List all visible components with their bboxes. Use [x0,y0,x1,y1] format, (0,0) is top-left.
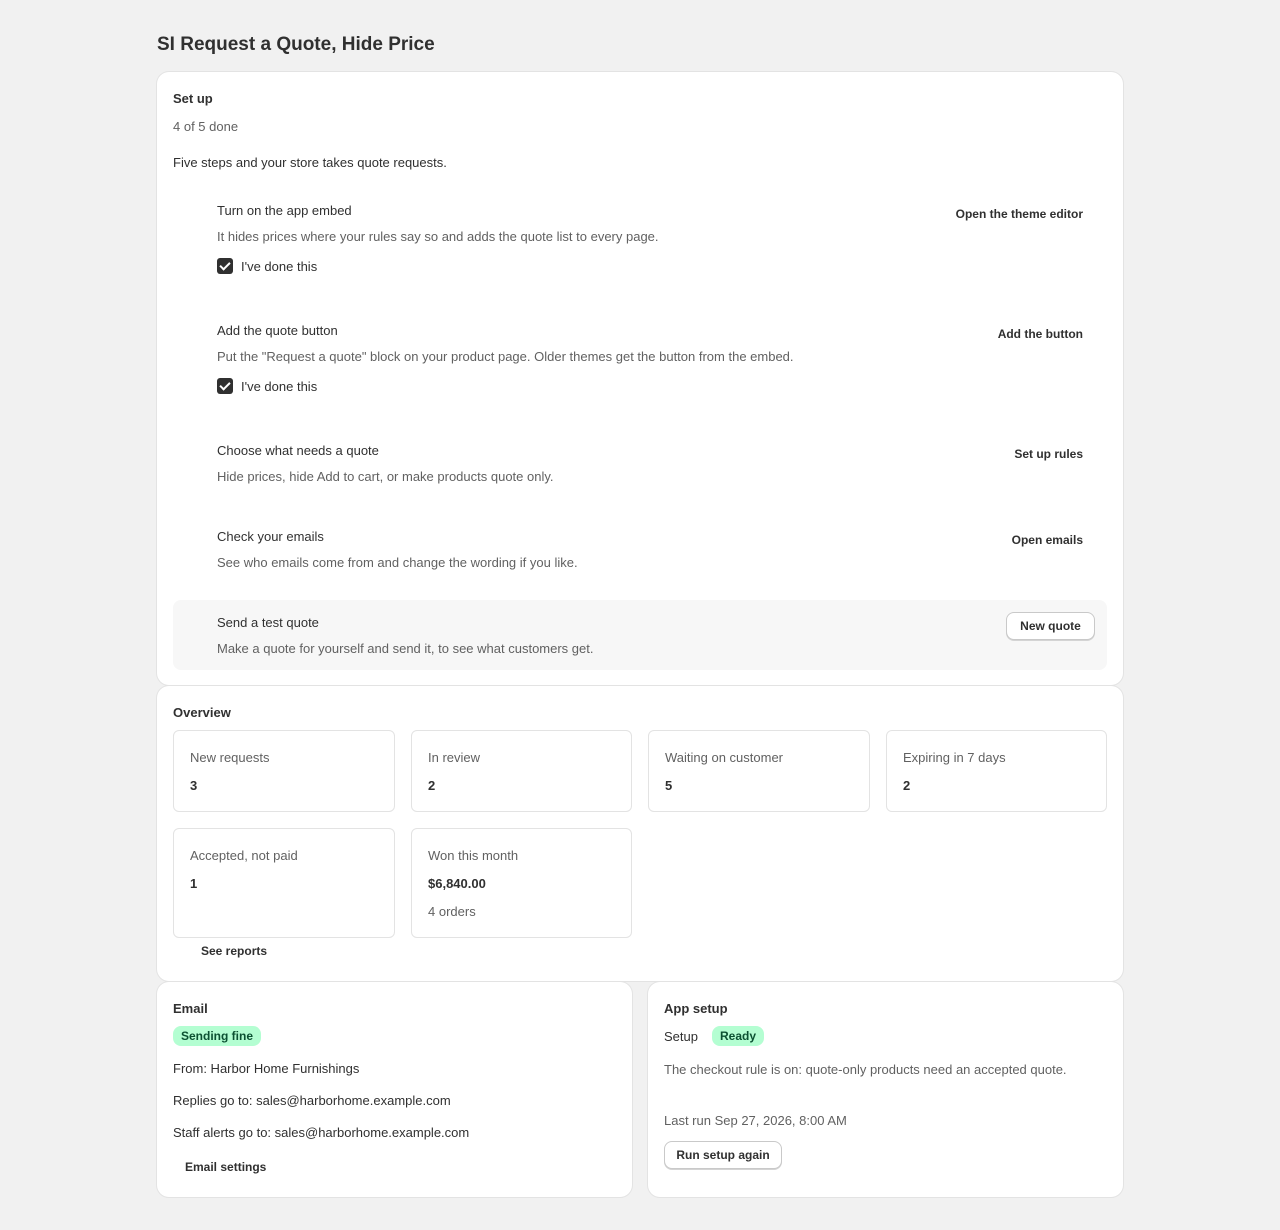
app-setup-card: App setup Setup Ready The checkout rule … [648,982,1123,1197]
stat-label: Won this month [428,848,519,863]
step-description: Hide prices, hide Add to cart, or make p… [217,469,554,484]
step-done-checkbox[interactable] [217,378,233,394]
stat-label: Waiting on customer [665,750,784,765]
email-title: Email [173,1001,208,1016]
setup-intro: Five steps and your store takes quote re… [173,155,447,170]
status-badge: Sending fine [173,1026,261,1046]
email-staff-alerts: Staff alerts go to: sales@harborhome.exa… [173,1125,470,1140]
stat-value: $6,840.00 [428,876,486,891]
add-the-button-button[interactable]: Add the button [998,327,1083,341]
stat-card: New requests 3 [173,730,395,812]
email-settings-link[interactable]: Email settings [185,1160,266,1174]
step-done-label[interactable]: I've done this [241,259,317,274]
last-run: Last run Sep 27, 2026, 8:00 AM [664,1113,847,1128]
page-title: SI Request a Quote, Hide Price [157,34,435,55]
set-up-rules-button[interactable]: Set up rules [1014,447,1083,461]
setup-title: Set up [173,91,213,106]
stat-card: Waiting on customer 5 [648,730,870,812]
step-title: Choose what needs a quote [217,443,379,458]
setup-card: Set up 4 of 5 done Five steps and your s… [157,72,1123,685]
setup-progress: 4 of 5 done [173,119,239,134]
see-reports-link[interactable]: See reports [201,944,267,958]
status-badge: Ready [712,1026,765,1046]
step-title: Add the quote button [217,323,338,338]
email-from: From: Harbor Home Furnishings [173,1061,360,1076]
app-setup-title: App setup [664,1001,728,1016]
email-card: Email Sending fine From: Harbor Home Fur… [157,982,632,1197]
step-done-label[interactable]: I've done this [241,379,317,394]
stat-label: Accepted, not paid [190,848,298,863]
step-description: It hides prices where your rules say so … [217,229,659,244]
stat-card: Expiring in 7 days 2 [886,730,1107,812]
step-description: See who emails come from and change the … [217,555,578,570]
active-step [173,600,1107,670]
stat-label: New requests [190,750,270,765]
stat-card: Won this month $6,840.00 4 orders [411,828,632,938]
step-description: Put the "Request a quote" block on your … [217,349,794,364]
stat-sub: 4 orders [428,904,476,919]
stat-value: 5 [665,778,673,793]
stat-label: In review [428,750,481,765]
new-quote-button[interactable]: New quote [1006,612,1095,640]
setup-label: Setup [664,1029,698,1044]
stat-value: 2 [903,778,911,793]
stat-value: 1 [190,876,198,891]
stat-card: Accepted, not paid 1 [173,828,395,938]
stat-card: In review 2 [411,730,632,812]
step-title: Turn on the app embed [217,203,352,218]
stat-value: 3 [190,778,198,793]
stat-value: 2 [428,778,436,793]
run-setup-again-button[interactable]: Run setup again [664,1141,782,1169]
step-title: Send a test quote [217,615,319,630]
open-theme-editor-button[interactable]: Open the theme editor [956,207,1083,221]
app-setup-description: The checkout rule is on: quote-only prod… [664,1062,1067,1077]
overview-title: Overview [173,705,231,720]
overview-card: Overview New requests 3 In review 2 Wait… [157,686,1123,981]
step-title: Check your emails [217,529,324,544]
step-description: Make a quote for yourself and send it, t… [217,641,594,656]
email-replies: Replies go to: sales@harborhome.example.… [173,1093,451,1108]
step-done-checkbox[interactable] [217,258,233,274]
open-emails-button[interactable]: Open emails [1012,533,1083,547]
stat-label: Expiring in 7 days [903,750,1006,765]
